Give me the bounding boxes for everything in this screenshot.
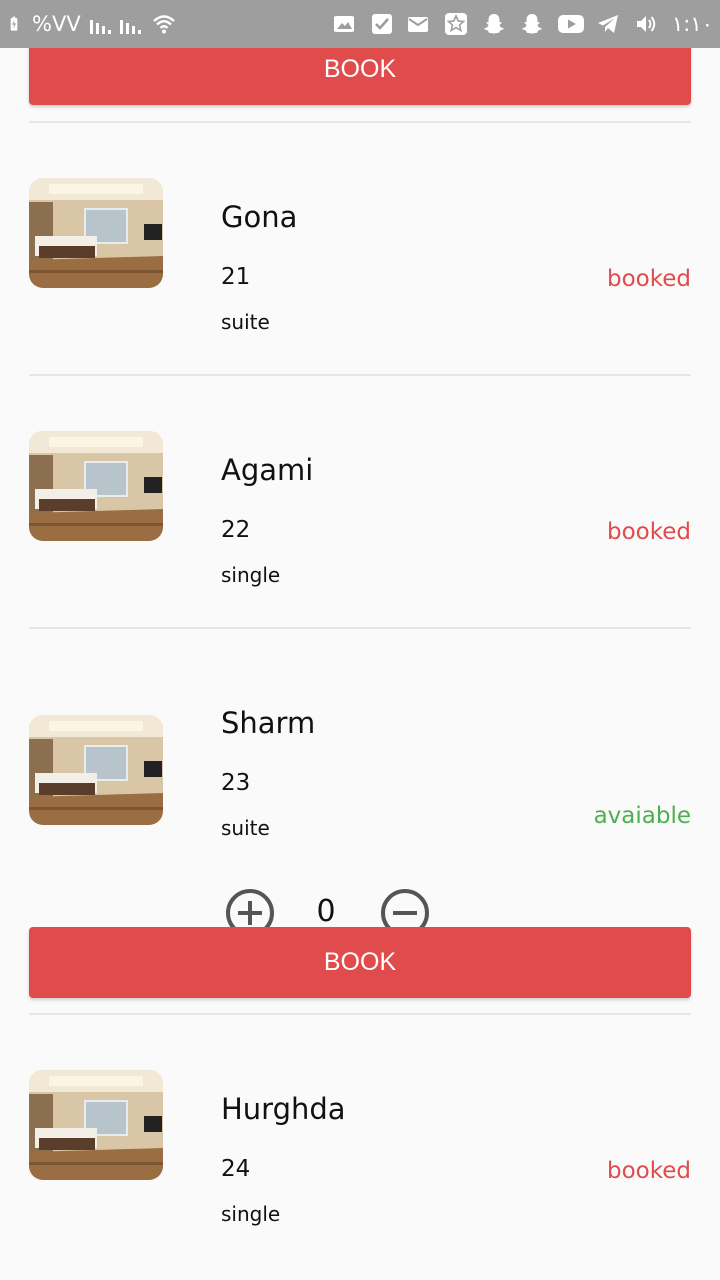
room-type: suite (221, 816, 270, 840)
clock: ١:١٠ (672, 12, 713, 36)
signal-icon (118, 0, 142, 48)
quantity-value: 0 (316, 894, 336, 929)
star-icon (444, 0, 468, 48)
volume-icon (634, 0, 658, 48)
room-image (29, 431, 163, 541)
room-name: Agami (221, 453, 314, 487)
room-number: 23 (221, 770, 251, 796)
room-list: BOOK Gona 21 suite booked Agami 22 singl… (0, 48, 720, 1280)
book-button[interactable]: BOOK (29, 927, 691, 998)
room-card-gona[interactable]: Gona 21 suite booked (0, 122, 720, 374)
room-status: booked (607, 519, 691, 545)
book-button-label: BOOK (323, 55, 397, 83)
room-type: single (221, 563, 281, 587)
room-image (29, 715, 163, 825)
room-image (29, 178, 163, 288)
room-name: Hurghda (221, 1092, 346, 1126)
youtube-icon (556, 0, 586, 48)
gallery-icon (332, 0, 356, 48)
room-status: avaiable (593, 803, 691, 829)
status-bar: %VV ١:١٠ (0, 0, 720, 48)
room-type: single (221, 1202, 281, 1226)
book-button-label: BOOK (323, 948, 397, 976)
room-type: suite (221, 310, 270, 334)
telegram-icon (596, 0, 620, 48)
battery-charging-icon (8, 0, 24, 48)
room-number: 21 (221, 264, 251, 290)
snapchat-icon (482, 0, 506, 48)
room-card-hurghda[interactable]: Hurghda 24 single booked (0, 1014, 720, 1266)
mail-icon (406, 0, 430, 48)
room-status: booked (607, 1158, 691, 1184)
room-status: booked (607, 266, 691, 292)
wifi-icon (148, 0, 180, 48)
room-image (29, 1070, 163, 1180)
room-card-agami[interactable]: Agami 22 single booked (0, 375, 720, 627)
snapchat-icon (520, 0, 544, 48)
room-name: Gona (221, 200, 298, 234)
room-number: 22 (221, 517, 251, 543)
room-number: 24 (221, 1156, 251, 1182)
room-name: Sharm (221, 706, 316, 740)
battery-percent: %VV (32, 12, 81, 36)
signal-icon (88, 0, 112, 48)
book-button[interactable]: BOOK (29, 48, 691, 105)
check-icon (370, 0, 394, 48)
